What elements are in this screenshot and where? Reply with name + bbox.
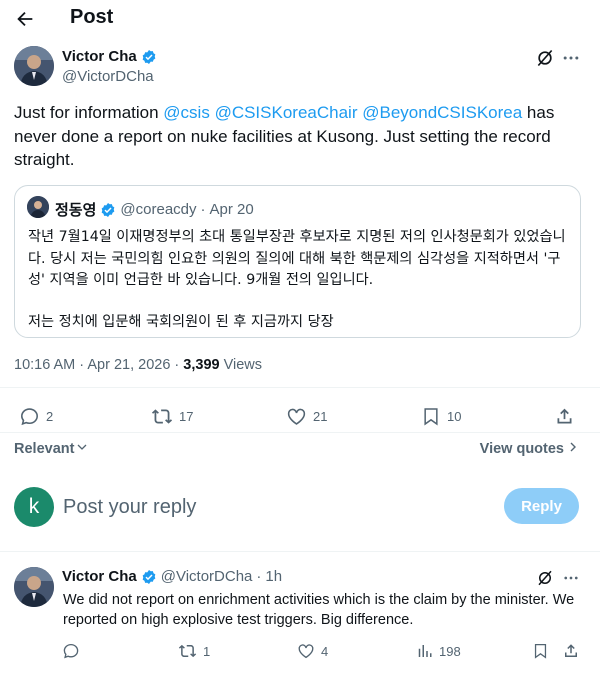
author-handle[interactable]: @VictorDCha	[62, 68, 154, 85]
reply-input[interactable]	[63, 492, 483, 522]
more-icon[interactable]	[560, 567, 582, 589]
mention-link[interactable]: @CSISKoreaChair	[215, 103, 358, 122]
reply-count: 2	[46, 409, 54, 424]
views-icon	[415, 642, 433, 660]
bookmark-button[interactable]	[532, 642, 549, 660]
post-timestamp[interactable]: 10:16 AM · Apr 21, 2026 ·	[14, 357, 183, 373]
like-button[interactable]: 21	[286, 406, 327, 427]
back-arrow-icon[interactable]	[14, 8, 36, 30]
verified-icon	[141, 49, 157, 65]
top-bar: Post	[0, 0, 600, 38]
verified-icon	[100, 202, 116, 218]
quoted-paragraph: 저는 정치에 입문해 국회의원이 된 후 지금까지 당장	[28, 313, 334, 330]
sort-label: Relevant	[14, 441, 75, 457]
quoted-author-handle: @coreacdy	[120, 201, 197, 218]
reply-icon	[62, 642, 80, 660]
repost-count: 1	[203, 643, 211, 659]
post-meta: 10:16 AM · Apr 21, 2026 · 3,399 Views	[14, 357, 262, 373]
mention-link[interactable]: @BeyondCSISKorea	[362, 103, 522, 122]
view-quotes-label: View quotes	[479, 441, 564, 457]
like-icon	[286, 406, 307, 427]
reply-text: We did not report on enrichment activiti…	[63, 592, 575, 628]
author-name[interactable]: Victor Cha	[62, 568, 137, 585]
sort-dropdown[interactable]: Relevant	[14, 441, 88, 457]
like-icon	[297, 642, 315, 660]
quoted-post[interactable]: 정동영 @coreacdy · Apr 20 작년 7월14일 이재명정부의 초…	[14, 185, 581, 338]
grok-icon[interactable]	[534, 567, 556, 589]
post-handle-row: @VictorDCha	[62, 68, 154, 85]
share-button[interactable]	[554, 406, 575, 427]
repost-button[interactable]: 17	[151, 406, 193, 427]
reply-button[interactable]	[62, 642, 86, 660]
post-text-intro: Just for information	[14, 103, 164, 122]
quoted-date: Apr 20	[209, 201, 254, 218]
quoted-author-row: 정동영 @coreacdy · Apr 20	[55, 199, 254, 220]
composer-avatar: k	[14, 487, 54, 527]
more-icon[interactable]	[560, 47, 582, 69]
views-button[interactable]: 198	[415, 642, 461, 660]
views-count: 3,399	[183, 357, 220, 373]
view-quotes-link[interactable]: View quotes	[480, 441, 578, 457]
divider	[0, 387, 600, 388]
bookmark-count: 10	[447, 409, 462, 424]
repost-count: 17	[179, 409, 194, 424]
quoted-paragraph: 작년 7월14일 이재명정부의 초대 통일부장관 후보자로 지명된 저의 인사청…	[28, 229, 566, 288]
quoted-text: 작년 7월14일 이재명정부의 초대 통일부장관 후보자로 지명된 저의 인사청…	[28, 227, 573, 333]
like-button[interactable]: 4	[297, 642, 328, 660]
grok-icon[interactable]	[534, 47, 556, 69]
reply-button[interactable]: 2	[19, 406, 53, 427]
repost-button[interactable]: 1	[178, 642, 210, 660]
reply-time[interactable]: 1h	[265, 568, 282, 585]
reply-author-row: Victor Cha @VictorDCha · 1h	[62, 568, 282, 585]
verified-icon	[141, 569, 157, 585]
post-text: Just for information @csis @CSISKoreaCha…	[14, 101, 586, 172]
avatar[interactable]	[14, 46, 54, 86]
like-count: 21	[313, 409, 328, 424]
mention-link[interactable]: @csis	[163, 103, 210, 122]
share-icon	[562, 642, 580, 660]
divider	[0, 551, 600, 552]
repost-icon	[151, 406, 173, 427]
chevron-right-icon	[568, 441, 578, 457]
bookmark-icon	[532, 642, 549, 660]
chevron-down-icon	[76, 441, 88, 457]
share-icon	[554, 406, 575, 427]
author-name[interactable]: Victor Cha	[62, 48, 137, 65]
quoted-avatar	[27, 196, 49, 218]
bookmark-icon	[421, 406, 441, 427]
page-title: Post	[70, 6, 114, 28]
repost-icon	[178, 642, 197, 660]
separator-dot: ·	[200, 201, 206, 218]
like-count: 4	[321, 643, 329, 659]
author-handle[interactable]: @VictorDCha	[161, 568, 253, 585]
views-label: Views	[219, 357, 263, 373]
reply-icon	[19, 406, 40, 427]
avatar[interactable]	[14, 567, 54, 607]
quoted-author-name: 정동영	[55, 201, 97, 219]
separator-dot: ·	[256, 568, 262, 585]
divider	[0, 432, 600, 433]
bookmark-button[interactable]: 10	[421, 406, 461, 427]
post-author: Victor Cha	[62, 48, 157, 65]
reply-submit-button[interactable]: Reply	[504, 488, 579, 524]
views-count: 198	[439, 643, 461, 659]
share-button[interactable]	[562, 642, 580, 660]
